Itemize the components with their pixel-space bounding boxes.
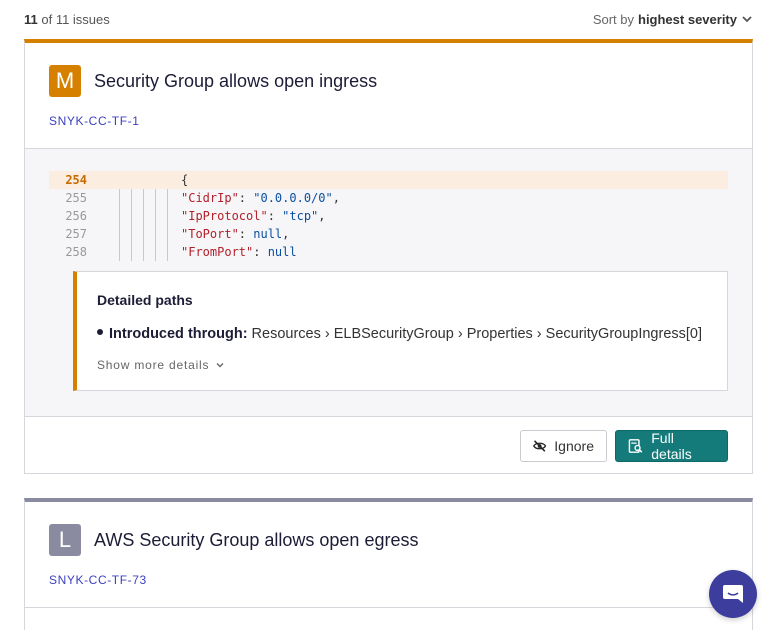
code-key: "CidrIp": [181, 191, 239, 205]
code-line: 257 "ToPort": null,: [49, 225, 728, 243]
issue-title[interactable]: Security Group allows open ingress: [94, 71, 377, 92]
line-number: 257: [65, 227, 87, 241]
chat-icon: [723, 585, 743, 603]
issue-body: 254 { 255 "CidrIp": "0.0.0.0/0", 256 "Ip…: [25, 149, 752, 417]
issue-header: M Security Group allows open ingress SNY…: [25, 43, 752, 149]
sort-label: Sort by: [592, 11, 634, 27]
issue-actions: Ignore Full details: [25, 417, 752, 474]
chat-launcher-button[interactable]: [709, 570, 757, 618]
code-value: null: [267, 245, 297, 259]
ignore-button[interactable]: Ignore: [520, 430, 607, 462]
issue-card: L AWS Security Group allows open egress …: [24, 498, 753, 630]
code-value: "0.0.0.0/0": [253, 191, 333, 205]
introduced-label: Introduced through:: [109, 326, 248, 342]
issues-toolbar: 11 of 11 issues Sort by highest severity: [24, 8, 753, 30]
code-line: 256 "IpProtocol": "tcp",: [49, 207, 728, 225]
severity-badge: L: [49, 524, 81, 556]
code-key: "ToPort": [181, 227, 239, 241]
ignore-label: Ignore: [554, 438, 594, 454]
detailed-paths-panel: Detailed paths Introduced through: Resou…: [73, 271, 728, 391]
full-details-button[interactable]: Full details: [615, 430, 728, 462]
bullet-icon: [97, 329, 103, 335]
severity-badge: M: [49, 65, 81, 97]
code-snippet: 254 { 255 "CidrIp": "0.0.0.0/0", 256 "Ip…: [49, 171, 728, 261]
code-key: "FromPort": [181, 245, 254, 259]
code-key: "IpProtocol": [181, 209, 268, 223]
code-text: {: [181, 173, 189, 187]
show-more-label: Show more details: [97, 358, 210, 372]
code-value: "tcp": [282, 209, 319, 223]
eye-off-icon: [533, 440, 547, 452]
code-line: 255 "CidrIp": "0.0.0.0/0",: [49, 189, 728, 207]
line-number: 258: [65, 245, 87, 259]
chevron-down-icon: [742, 16, 752, 23]
detailed-paths-heading: Detailed paths: [97, 292, 193, 308]
full-details-label: Full details: [651, 430, 692, 462]
issue-card: M Security Group allows open ingress SNY…: [24, 39, 753, 474]
issue-id-link[interactable]: SNYK-CC-TF-73: [49, 573, 728, 587]
line-number: 256: [65, 209, 87, 223]
sort-value: highest severity: [638, 11, 737, 27]
code-value: null: [253, 227, 283, 241]
code-line: 258 "FromPort": null: [49, 243, 728, 261]
line-number: 254: [65, 173, 87, 187]
introduced-through: Introduced through: Resources › ELBSecur…: [97, 326, 707, 342]
line-number: 255: [65, 191, 87, 205]
chevron-down-icon: [216, 363, 224, 368]
issue-title[interactable]: AWS Security Group allows open egress: [94, 530, 418, 551]
issue-count: 11 of 11 issues: [24, 11, 110, 27]
document-search-icon: [628, 439, 643, 453]
show-more-details-button[interactable]: Show more details: [97, 358, 707, 372]
issue-header: L AWS Security Group allows open egress …: [25, 502, 752, 608]
introduced-path: Resources › ELBSecurityGroup › Propertie…: [251, 326, 703, 342]
sort-dropdown[interactable]: Sort by highest severity: [593, 12, 753, 27]
code-line-highlighted: 254 {: [49, 171, 728, 189]
issue-id-link[interactable]: SNYK-CC-TF-1: [49, 114, 728, 128]
